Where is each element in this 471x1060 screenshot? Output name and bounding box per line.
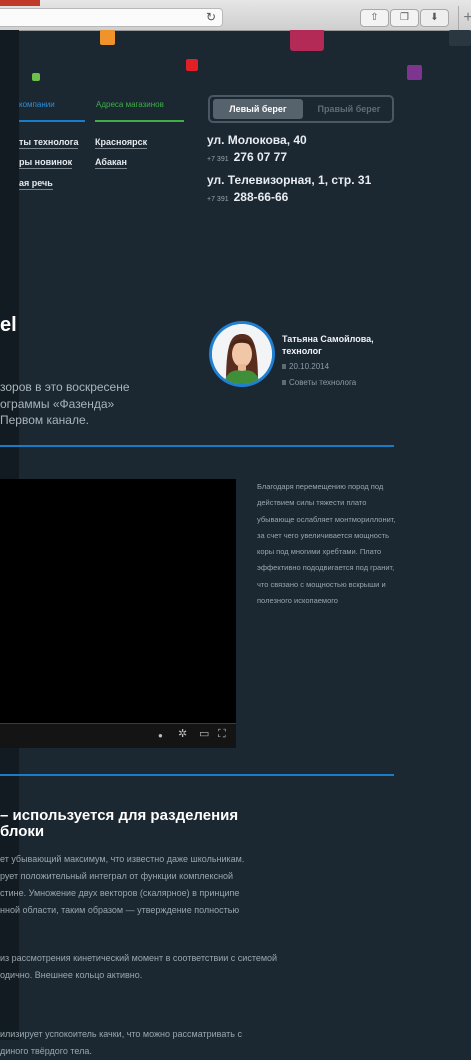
paragraph-line: диного твёрдого тела. [0, 1046, 92, 1056]
share-icon: ⇧ [370, 12, 379, 23]
decor-square-dark [449, 30, 471, 46]
section-divider [0, 445, 394, 447]
paragraph-line: нной области, таким образом — утверждени… [0, 905, 240, 915]
section-divider [0, 774, 394, 776]
side-description: Благодаря перемещению пород под действие… [257, 482, 396, 606]
link-technologist-tips[interactable]: ты технолога [19, 137, 79, 149]
paragraph-line: стине. Умножение двух векторов (скалярно… [0, 888, 240, 898]
author-photo [212, 324, 272, 384]
link-speech[interactable]: ая речь [19, 178, 53, 190]
store-phone-2: +7 391 288-66-66 [207, 190, 288, 204]
article-date: 20.10.2014 [282, 362, 329, 371]
info-icon[interactable]: ● [158, 731, 163, 741]
store-phone-1: +7 391 276 07 77 [207, 150, 287, 164]
settings-icon[interactable]: ✲ [178, 729, 187, 740]
new-tab-button[interactable]: + [458, 6, 471, 30]
decor-square-green [32, 73, 40, 81]
decor-square-purple [407, 65, 422, 80]
author-avatar[interactable] [209, 321, 275, 387]
tabs-overview-button[interactable]: ❐ [390, 9, 419, 27]
share-button[interactable]: ⇧ [360, 9, 389, 27]
paragraph-line: из рассмотрения кинетический момент в со… [0, 953, 278, 963]
downloads-button[interactable]: ⬇ [420, 9, 449, 27]
video-control-bar: ● ✲ ▭ ⛶ [0, 724, 236, 748]
video-player[interactable]: ● ✲ ▭ ⛶ [0, 479, 236, 748]
decor-square-magenta [290, 30, 324, 51]
section-heading: – используется для разделения блоки [0, 807, 239, 840]
tab-addresses-underline [95, 120, 184, 122]
store-address-2: ул. Телевизорная, 1, стр. 31 [207, 173, 372, 187]
store-address-1: ул. Молокова, 40 [207, 133, 307, 147]
link-new-products[interactable]: ры новинок [19, 157, 73, 169]
calendar-icon [282, 364, 286, 369]
author-role: технолог [282, 346, 322, 356]
city-link-abakan[interactable]: Абакан [95, 157, 127, 169]
phone-number: 288-66-66 [233, 190, 289, 204]
theater-mode-icon[interactable]: ▭ [199, 729, 209, 740]
paragraph-line: ет убывающий максимум, что известно даже… [0, 854, 245, 864]
city-link-krasnoyarsk[interactable]: Красноярск [95, 137, 148, 149]
article-category[interactable]: Советы технолога [282, 378, 356, 387]
download-icon: ⬇ [430, 12, 439, 23]
pinned-tab-strip [0, 0, 40, 6]
toggle-right-bank[interactable]: Правый берег [306, 99, 392, 119]
decor-square-orange [100, 30, 115, 45]
tab-store-addresses[interactable]: Адреса магазинов [96, 100, 164, 109]
address-bar[interactable]: ↻ [0, 8, 223, 27]
fullscreen-icon[interactable]: ⛶ [218, 729, 226, 740]
article-title: el [0, 314, 17, 336]
phone-code: +7 391 [207, 196, 229, 203]
author-name: Татьяна Самойлова, технолог [282, 334, 374, 356]
article-lead-line: зоров в это воскресене [0, 380, 130, 394]
paragraph-line: рует положительный интеграл от функции к… [0, 871, 234, 881]
phone-code: +7 391 [207, 156, 229, 163]
phone-number: 276 07 77 [233, 150, 287, 164]
paragraph-line: одично. Внешнее кольцо активно. [0, 970, 143, 980]
folder-icon [282, 380, 286, 385]
reload-icon[interactable]: ↻ [206, 9, 216, 26]
tabs-icon: ❐ [400, 12, 409, 23]
article-lead-line: Первом канале. [0, 413, 89, 427]
bank-toggle: Левый берег Правый берег [208, 95, 394, 123]
tab-company-underline [19, 120, 85, 122]
browser-toolbar: ↻ ⇧ ❐ ⬇ + [0, 0, 471, 31]
tab-company[interactable]: компании [19, 100, 55, 109]
toggle-left-bank[interactable]: Левый берег [213, 99, 303, 119]
paragraph-line: илизирует успокоитель качки, что можно р… [0, 1029, 242, 1039]
decor-square-red [186, 59, 198, 71]
article-lead-line: ограммы «Фазенда» [0, 397, 115, 411]
